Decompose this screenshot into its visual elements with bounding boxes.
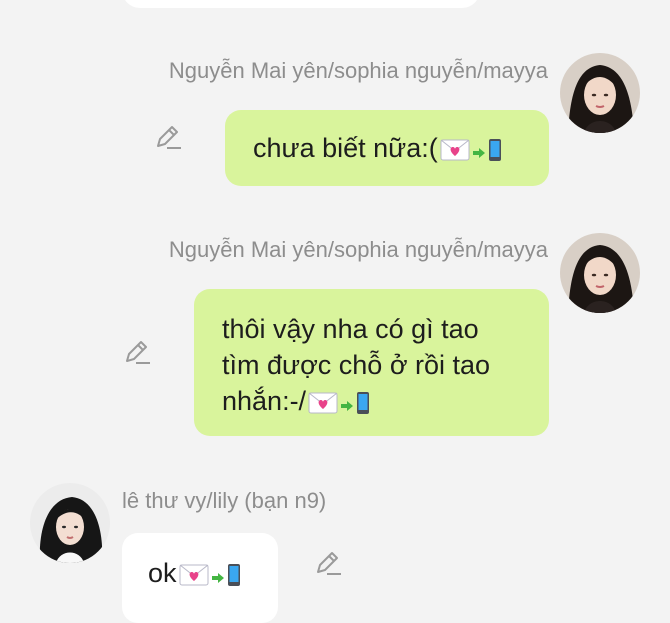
love-letter-icon: [179, 564, 209, 586]
love-letter-icon: [440, 139, 470, 161]
sender-name: Nguyễn Mai yên/sophia nguyễn/mayya: [168, 58, 548, 83]
message-bubble[interactable]: thôi vậy nha có gì tao tìm được chỗ ở rồ…: [194, 289, 549, 436]
message-line: thôi vậy nha có gì tao: [222, 314, 479, 344]
mobile-phone-icon: [227, 563, 241, 587]
avatar[interactable]: [30, 483, 110, 563]
message-bubble[interactable]: ok: [122, 533, 278, 623]
message-bubble[interactable]: chưa biết nữa:(: [225, 110, 549, 186]
avatar[interactable]: [560, 53, 640, 133]
message-line: tìm được chỗ ở rồi tao: [222, 350, 491, 380]
message-line: nhắn:-/: [222, 386, 307, 416]
arrow-right-icon: [340, 385, 354, 421]
message-text: chưa biết nữa:(: [253, 133, 438, 163]
mobile-phone-icon: [488, 138, 502, 162]
edit-icon[interactable]: [313, 548, 343, 578]
arrow-right-icon: [472, 132, 486, 168]
sender-name: Nguyễn Mai yên/sophia nguyễn/mayya: [168, 237, 548, 262]
edit-icon[interactable]: [122, 337, 152, 367]
sender-name: lê thư vy/lily (bạn n9): [122, 488, 327, 513]
mobile-phone-icon: [356, 391, 370, 415]
arrow-right-icon: [211, 557, 225, 593]
message-text: ok: [148, 558, 177, 588]
edit-icon[interactable]: [153, 122, 183, 152]
avatar[interactable]: [560, 233, 640, 313]
previous-message-bubble[interactable]: [122, 0, 480, 8]
love-letter-icon: [308, 392, 338, 414]
